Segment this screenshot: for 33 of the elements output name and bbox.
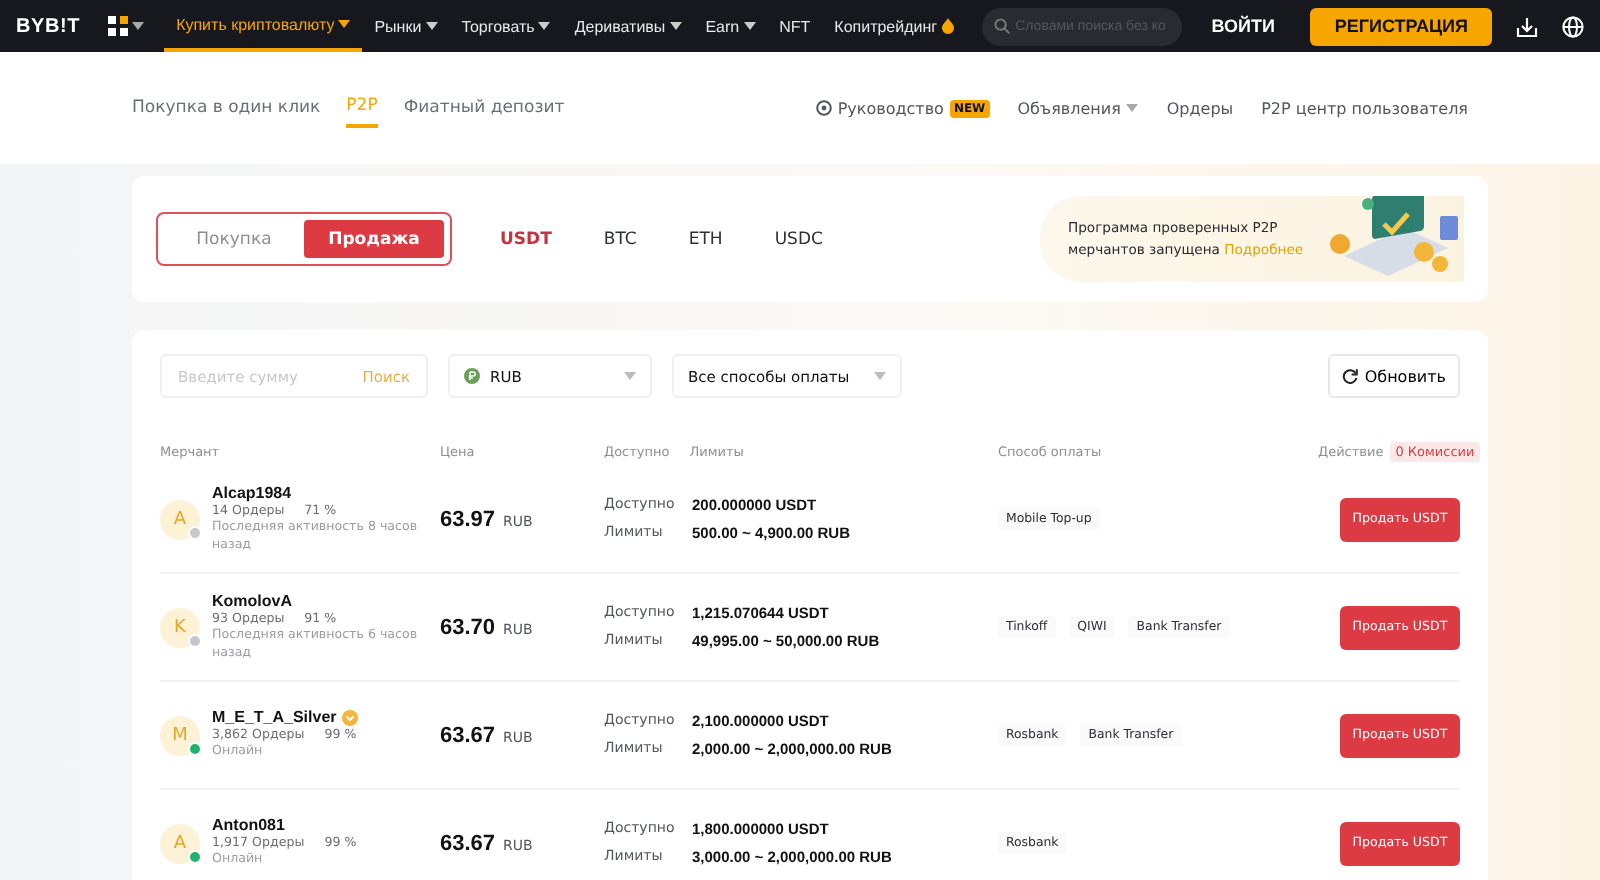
price-value: 63.67 [440, 723, 496, 747]
avatar: A [160, 499, 200, 539]
ads-menu[interactable]: Объявления [1017, 99, 1139, 117]
nav-link[interactable]: Ордеры [1166, 99, 1234, 117]
login-button[interactable]: ВОЙТИ [1203, 16, 1283, 36]
nav-link[interactable]: P2P центр пользователя [1261, 99, 1468, 117]
nav-menu-item[interactable]: Деривативы [562, 0, 694, 52]
subnav-tab[interactable]: Покупка в один клик [132, 90, 321, 126]
nav-menu-item[interactable]: Рынки [362, 0, 450, 52]
avatar: A [160, 823, 200, 863]
avatar: M [160, 715, 200, 755]
nav-menu-item[interactable]: Earn [693, 0, 768, 52]
coin-tab[interactable]: ETH [688, 229, 723, 249]
nav-menu-item[interactable]: Копитрейдинг [822, 0, 966, 52]
nav-menu-item[interactable]: Торговать [449, 0, 563, 52]
refresh-button[interactable]: Обновить [1328, 354, 1460, 398]
price-value: 63.67 [440, 831, 496, 855]
coin-tab[interactable]: USDT [500, 229, 552, 249]
avatar: K [160, 607, 200, 647]
merchant-name[interactable]: M_E_T_A_Silver [212, 708, 337, 727]
merchant-name[interactable]: Alcap1984 [212, 484, 292, 502]
coin-tab[interactable]: BTC [603, 229, 637, 249]
merchant-name[interactable]: KomolovA [212, 592, 292, 610]
guide-link[interactable]: Руководство [837, 99, 944, 117]
coin-tab[interactable]: USDC [774, 229, 823, 249]
price-value: 63.70 [440, 615, 496, 639]
sell-tab[interactable]: Продажа [304, 220, 444, 258]
nav-menu-item[interactable]: NFT [767, 0, 823, 52]
register-button[interactable]: РЕГИСТРАЦИЯ [1310, 7, 1492, 45]
price-value: 63.97 [440, 507, 496, 531]
merchant-name[interactable]: Anton081 [212, 816, 285, 835]
logo[interactable]: BYB!T [16, 15, 81, 37]
subnav-tab[interactable]: Фиатный депозит [403, 90, 565, 126]
